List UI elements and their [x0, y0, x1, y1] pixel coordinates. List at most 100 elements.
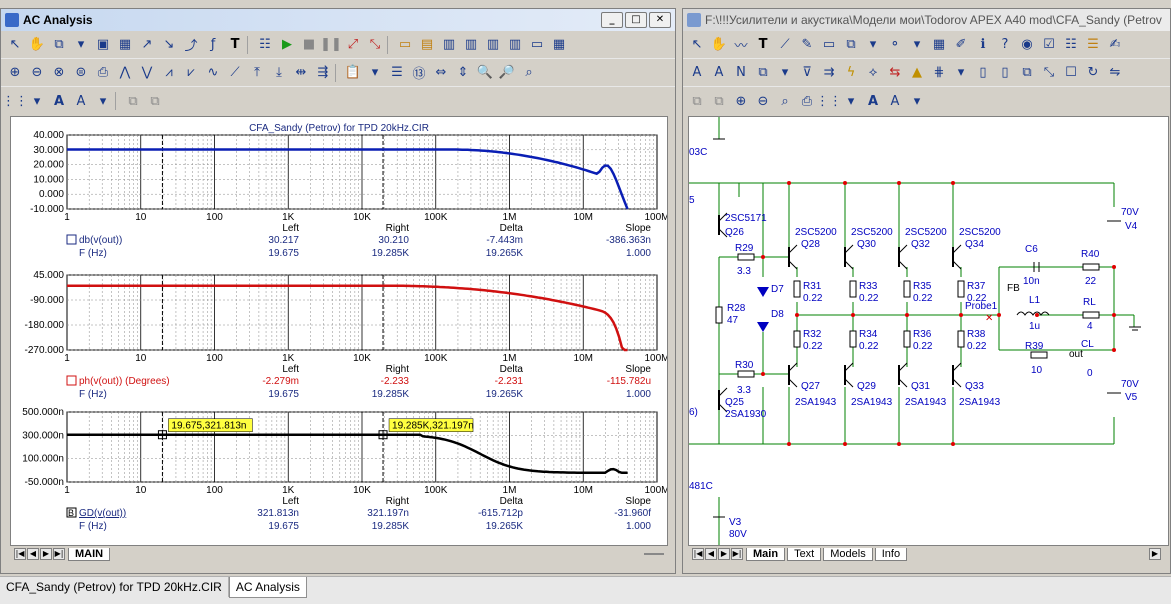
camera-icon[interactable]: ◉	[1017, 35, 1037, 55]
help-icon[interactable]: ?	[995, 35, 1015, 55]
tab-main[interactable]: MAIN	[68, 547, 111, 561]
arrows-icon[interactable]: ⇉	[819, 63, 839, 83]
stepping2-icon[interactable]: ⤡	[365, 35, 385, 55]
copy-icon[interactable]: ⧉	[753, 63, 773, 83]
inflect-icon[interactable]: ∿	[203, 63, 223, 83]
dropdown-icon[interactable]: ▾	[907, 35, 927, 55]
dropdown-icon[interactable]: ▾	[951, 63, 971, 83]
wire-icon[interactable]: 〰	[731, 35, 751, 55]
text-a-icon[interactable]: A	[687, 63, 707, 83]
schematic-svg[interactable]: 2SC5171 Q26 2SA1930Q25 R29 3.3 R30 3.3 R2847 D7 D…	[689, 117, 1168, 545]
line-icon[interactable]: ⟋	[775, 35, 795, 55]
close-icon[interactable]: ✕	[649, 12, 671, 28]
resistor-symbol[interactable]	[957, 330, 965, 348]
nav-next-icon[interactable]: ▶	[718, 548, 730, 560]
valley-icon[interactable]: ⋁	[137, 63, 157, 83]
nav-last-icon[interactable]: ▶|	[53, 548, 65, 560]
text-tool-icon[interactable]: T	[753, 35, 773, 55]
fit-icon[interactable]: ⤡	[1039, 63, 1059, 83]
tab-models[interactable]: Models	[823, 547, 873, 561]
low-icon[interactable]: ⩗	[181, 63, 201, 83]
select-arrow-icon[interactable]: ↖	[5, 35, 25, 55]
zoom-out-icon[interactable]: ⊖	[27, 63, 47, 83]
resistor-symbol[interactable]	[957, 280, 965, 298]
text-tool-icon[interactable]: T	[225, 35, 245, 55]
rotate-icon[interactable]: ↻	[1083, 63, 1103, 83]
nav-prev-icon[interactable]: ◀	[27, 548, 39, 560]
fit-icon[interactable]: ⇔	[431, 63, 451, 83]
resistor-symbol[interactable]	[1030, 351, 1048, 359]
resistor-symbol[interactable]	[737, 253, 755, 261]
stepping-icon[interactable]: ⤢	[343, 35, 363, 55]
scale-icon[interactable]: ⧉	[49, 35, 69, 55]
page-icon[interactable]: ▯	[973, 63, 993, 83]
nav-next-icon[interactable]: ▶	[40, 548, 52, 560]
tile5-icon[interactable]: ▭	[527, 35, 547, 55]
color-font-icon[interactable]: A	[885, 91, 905, 111]
zoom-reset-icon[interactable]: ⊜	[71, 63, 91, 83]
curve2-icon[interactable]: ↘	[159, 35, 179, 55]
resistor-symbol[interactable]	[737, 370, 755, 378]
graph-icon[interactable]: ▦	[115, 35, 135, 55]
table-icon[interactable]: ▦	[929, 35, 949, 55]
dropdown-icon[interactable]: ▾	[863, 35, 883, 55]
resistor-symbol[interactable]	[793, 330, 801, 348]
resistor-symbol[interactable]	[903, 280, 911, 298]
probe-icon[interactable]: ⟡	[863, 63, 883, 83]
paste-icon[interactable]: ⧉	[145, 91, 165, 111]
tab-info[interactable]: Info	[874, 547, 908, 561]
magnify-sel-icon[interactable]: ⌕	[519, 63, 539, 83]
zoom-box-icon[interactable]: ▣	[93, 35, 113, 55]
flip-icon[interactable]: ⇆	[885, 63, 905, 83]
window-icon[interactable]: ▭	[395, 35, 415, 55]
grid-icon[interactable]: ⋮⋮	[2, 91, 28, 111]
task-schematic[interactable]: CFA_Sandy (Petrov) for TPD 20kHz.CIR	[0, 577, 229, 597]
tile2-icon[interactable]: ▥	[461, 35, 481, 55]
select-arrow-icon[interactable]: ↖	[687, 35, 707, 55]
text-b-icon[interactable]: A	[709, 63, 729, 83]
list-icon[interactable]: ☰	[387, 63, 407, 83]
zoom-fit-icon[interactable]: ⌕	[775, 91, 795, 111]
curve-icon[interactable]: ↗	[137, 35, 157, 55]
dropdown-icon[interactable]: ▾	[71, 35, 91, 55]
properties-icon[interactable]: ☷	[255, 35, 275, 55]
print-icon[interactable]: ⎙	[93, 63, 113, 83]
trace-color-box[interactable]	[66, 234, 77, 245]
probe-marker-icon[interactable]: ✕	[985, 313, 993, 324]
pause-icon[interactable]: ❚❚	[320, 35, 342, 55]
tile6-icon[interactable]: ▦	[549, 35, 569, 55]
paste-icon[interactable]: ⧉	[709, 91, 729, 111]
nav-first-icon[interactable]: |◀	[692, 548, 704, 560]
edit-icon[interactable]: ✍	[1105, 35, 1125, 55]
dropdown-icon[interactable]: ▾	[27, 91, 47, 111]
lightning-icon[interactable]: ϟ	[841, 63, 861, 83]
zoom-in-icon[interactable]: ⊕	[5, 63, 25, 83]
dropdown-icon[interactable]: ▾	[775, 63, 795, 83]
resistor-symbol[interactable]	[849, 280, 857, 298]
font-icon[interactable]: A	[49, 91, 69, 111]
trace-color-box[interactable]	[66, 375, 77, 386]
diode-d8-symbol[interactable]	[757, 322, 769, 332]
page3-icon[interactable]: ⧉	[1017, 63, 1037, 83]
dropdown-icon[interactable]: ▾	[93, 91, 113, 111]
magnify-in-icon[interactable]: 🔍	[475, 63, 495, 83]
pen-icon[interactable]: ✎	[797, 35, 817, 55]
resistor-symbol[interactable]	[849, 330, 857, 348]
page2-icon[interactable]: ▯	[995, 63, 1015, 83]
info-icon[interactable]: ℹ	[973, 35, 993, 55]
pan-hand-icon[interactable]: ✋	[27, 35, 47, 55]
dropdown-icon[interactable]: ▾	[365, 63, 385, 83]
plot-area[interactable]: CFA_Sandy (Petrov) for TPD 20kHz.CIR 40.0…	[10, 116, 670, 546]
dropdown-icon[interactable]: ▾	[907, 91, 927, 111]
print-icon[interactable]: ⎙	[797, 91, 817, 111]
nodes-icon[interactable]: ⚬	[885, 35, 905, 55]
node-numbers-icon[interactable]: N	[731, 63, 751, 83]
magnify-out-icon[interactable]: 🔎	[497, 63, 517, 83]
resistor-symbol[interactable]	[1082, 263, 1100, 271]
schematic-canvas[interactable]: 2SC5171 Q26 2SA1930 Q25 R29 3.3 R30 3.3 R28 47 D7 D…	[688, 116, 1169, 546]
zoom-out-icon[interactable]: ⊖	[753, 91, 773, 111]
nav-prev-icon[interactable]: ◀	[705, 548, 717, 560]
tab-main[interactable]: Main	[746, 547, 786, 561]
plot-panel-2[interactable]: 45.000 -90.000 -180.000 -270.0001 10 100 1K 10K…	[25, 270, 670, 400]
voltage-icon[interactable]: ⊽	[797, 63, 817, 83]
